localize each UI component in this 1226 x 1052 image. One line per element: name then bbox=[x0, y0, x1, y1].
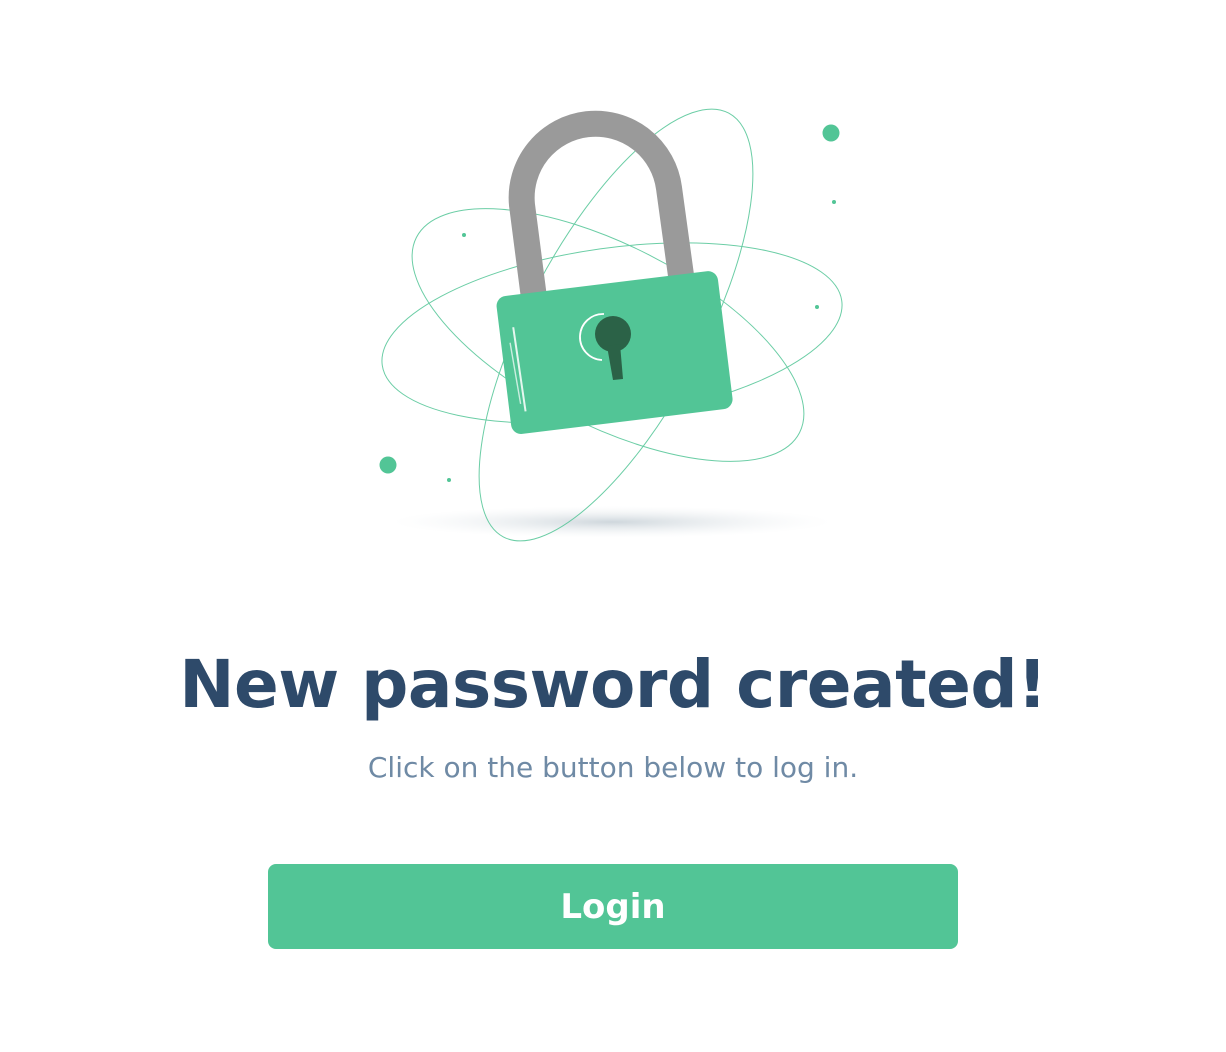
login-button[interactable]: Login bbox=[268, 864, 958, 949]
page-subtitle: Click on the button below to log in. bbox=[367, 751, 859, 784]
page-title: New password created! bbox=[179, 646, 1047, 723]
padlock-illustration bbox=[0, 0, 1226, 600]
lock-shackle bbox=[508, 110, 696, 300]
lock-shadow bbox=[392, 506, 832, 538]
padlock-icon bbox=[379, 108, 843, 542]
